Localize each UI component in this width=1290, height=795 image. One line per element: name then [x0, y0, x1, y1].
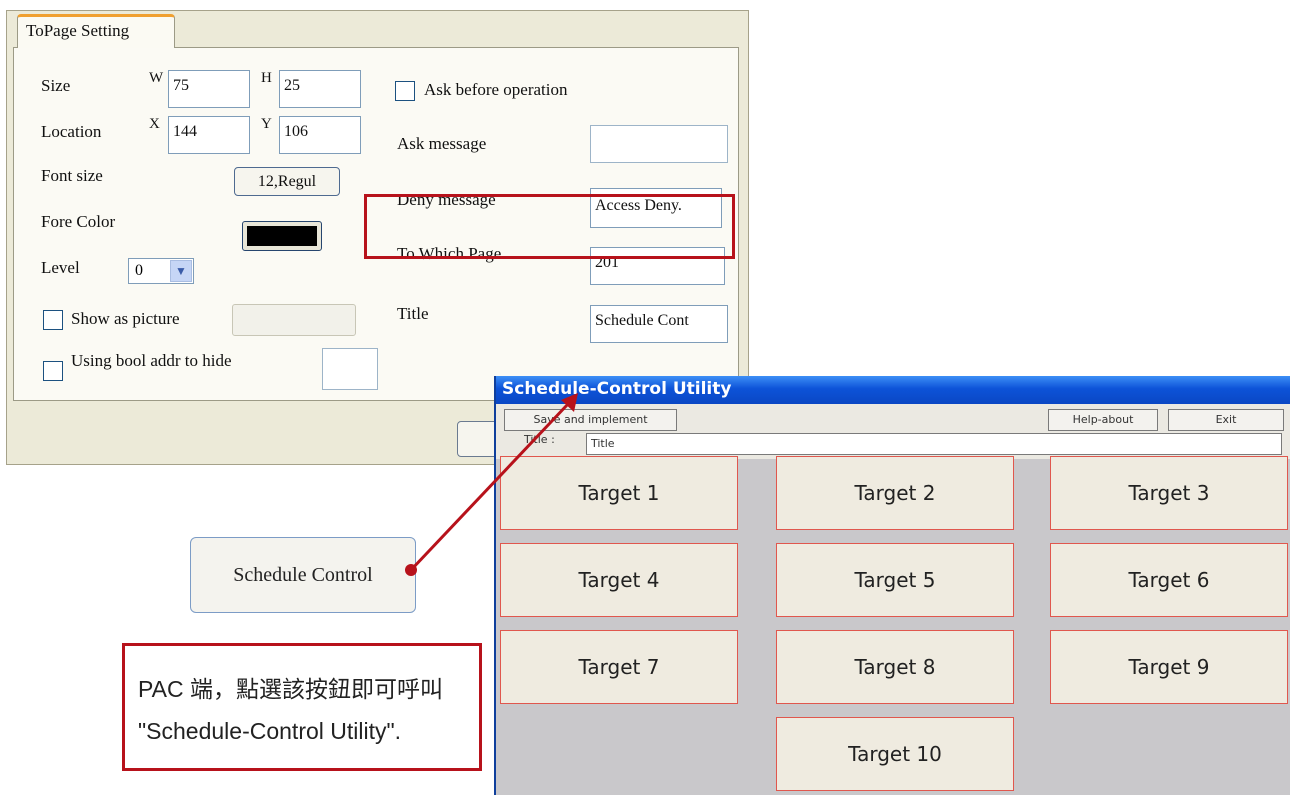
exit-button[interactable]: Exit: [1168, 409, 1284, 431]
height-label: H: [261, 70, 272, 86]
target-7-button[interactable]: Target 7: [500, 630, 738, 704]
width-input[interactable]: 75: [168, 70, 250, 108]
title-label: Title: [397, 304, 429, 323]
x-input[interactable]: 144: [168, 116, 250, 154]
x-label: X: [149, 116, 160, 132]
bool-hide-label: Using bool addr to hide: [71, 351, 232, 370]
target-9-button[interactable]: Target 9: [1050, 630, 1288, 704]
picture-path-input: [232, 304, 356, 336]
target-4-button[interactable]: Target 4: [500, 543, 738, 617]
note-line-2: "Schedule-Control Utility".: [138, 718, 402, 744]
target-1-button[interactable]: Target 1: [500, 456, 738, 530]
fore-color-label: Fore Color: [41, 212, 116, 231]
level-select[interactable]: 0 ▼: [128, 258, 194, 284]
note-box: PAC 端，點選該按鈕即可呼叫 "Schedule-Control Utilit…: [122, 643, 482, 771]
ask-before-label: Ask before operation: [424, 80, 568, 99]
to-which-page-highlight: [364, 194, 735, 259]
location-label: Location: [41, 122, 102, 141]
schedule-control-utility-window: Schedule-Control Utility Save and implem…: [494, 376, 1290, 795]
ask-message-input[interactable]: [590, 125, 728, 163]
title-input[interactable]: Schedule Cont: [590, 305, 728, 343]
schedule-control-button[interactable]: Schedule Control: [190, 537, 416, 613]
bool-addr-input[interactable]: [322, 348, 378, 390]
y-input[interactable]: 106: [279, 116, 361, 154]
color-swatch: [247, 226, 317, 246]
size-label: Size: [41, 76, 71, 95]
utility-title-label: Title :: [524, 433, 555, 446]
target-5-button[interactable]: Target 5: [776, 543, 1014, 617]
utility-title-input[interactable]: Title: [586, 433, 1282, 455]
show-as-picture-label: Show as picture: [71, 309, 180, 328]
fore-color-button[interactable]: [242, 221, 322, 251]
target-8-button[interactable]: Target 8: [776, 630, 1014, 704]
show-as-picture-checkbox[interactable]: [43, 310, 63, 330]
target-6-button[interactable]: Target 6: [1050, 543, 1288, 617]
window-title: Schedule-Control Utility: [496, 376, 1290, 404]
target-3-button[interactable]: Target 3: [1050, 456, 1288, 530]
help-about-button[interactable]: Help-about: [1048, 409, 1158, 431]
level-label: Level: [41, 258, 80, 277]
height-input[interactable]: 25: [279, 70, 361, 108]
chevron-down-icon[interactable]: ▼: [170, 260, 192, 282]
save-and-implement-button[interactable]: Save and implement: [504, 409, 677, 431]
ask-before-checkbox[interactable]: [395, 81, 415, 101]
tab-topage-setting[interactable]: ToPage Setting: [17, 14, 175, 48]
width-label: W: [149, 70, 164, 86]
note-line-1: PAC 端，點選該按鈕即可呼叫: [138, 676, 443, 702]
bool-hide-checkbox[interactable]: [43, 361, 63, 381]
ask-message-label: Ask message: [397, 134, 487, 153]
level-value: 0: [135, 262, 143, 279]
font-size-button[interactable]: 12,Regul: [234, 167, 340, 196]
y-label: Y: [261, 116, 272, 132]
target-10-button[interactable]: Target 10: [776, 717, 1014, 791]
target-2-button[interactable]: Target 2: [776, 456, 1014, 530]
font-size-label: Font size: [41, 166, 103, 185]
